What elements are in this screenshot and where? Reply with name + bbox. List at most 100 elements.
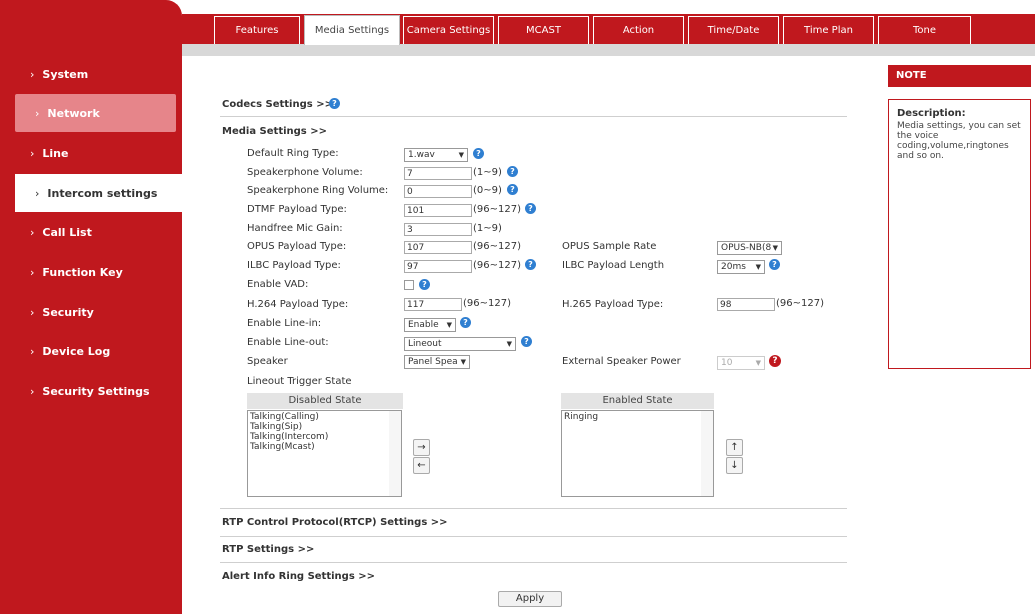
opus-payload-input[interactable] <box>404 241 472 254</box>
help-icon[interactable]: ? <box>507 166 518 177</box>
opus-sample-rate-select[interactable]: OPUS-NB(8 ▼ <box>717 241 782 255</box>
list-item[interactable]: Talking(Calling) <box>250 412 399 422</box>
select-value: 20ms <box>721 262 746 272</box>
section-alert-info-ring-settings[interactable]: Alert Info Ring Settings >> <box>222 571 375 582</box>
section-rtp-settings[interactable]: RTP Settings >> <box>222 544 314 555</box>
speakerphone-ring-volume-range: (0~9) <box>473 185 502 196</box>
move-down-button[interactable]: ↓ <box>726 457 743 474</box>
list-item[interactable]: Talking(Intercom) <box>250 432 399 442</box>
move-right-button[interactable]: → <box>413 439 430 456</box>
tab-time-date[interactable]: Time/Date <box>688 16 779 44</box>
section-rtcp-settings[interactable]: RTP Control Protocol(RTCP) Settings >> <box>222 517 448 528</box>
help-icon[interactable]: ? <box>419 279 430 290</box>
sidebar-item-label: Device Log <box>42 344 111 358</box>
help-icon[interactable]: ? <box>507 184 518 195</box>
tab-bar-underline <box>182 44 1035 56</box>
opus-payload-label: OPUS Payload Type: <box>247 241 347 252</box>
ilbc-payload-length-select[interactable]: 20ms ▼ <box>717 260 765 274</box>
dtmf-payload-input[interactable] <box>404 204 472 217</box>
h264-payload-label: H.264 Payload Type: <box>247 299 349 310</box>
help-icon[interactable]: ? <box>329 98 340 109</box>
enable-line-out-select[interactable]: Lineout ▼ <box>404 337 516 351</box>
speakerphone-volume-label: Speakerphone Volume: <box>247 167 363 178</box>
sidebar-item-network[interactable]: › Network <box>15 94 176 132</box>
handfree-mic-gain-input[interactable] <box>404 223 472 236</box>
help-icon[interactable]: ? <box>521 336 532 347</box>
sidebar-item-label: System <box>42 67 89 81</box>
chevron-right-icon: › <box>30 384 35 398</box>
help-icon[interactable]: ? <box>525 203 536 214</box>
list-item[interactable]: Talking(Sip) <box>250 422 399 432</box>
tab-camera-settings[interactable]: Camera Settings <box>403 16 494 44</box>
sidebar-item-line[interactable]: › Line <box>0 134 176 172</box>
move-left-button[interactable]: ← <box>413 457 430 474</box>
enabled-state-list[interactable]: Ringing <box>561 410 714 497</box>
h264-payload-input[interactable] <box>404 298 462 311</box>
sidebar-item-security[interactable]: › Security <box>0 293 176 331</box>
move-up-button[interactable]: ↑ <box>726 439 743 456</box>
sidebar-item-label: Intercom settings <box>47 186 158 200</box>
enable-line-in-label: Enable Line-in: <box>247 318 322 329</box>
section-media-settings[interactable]: Media Settings >> <box>222 126 327 137</box>
chevron-down-icon: ▼ <box>446 321 452 329</box>
help-icon[interactable]: ? <box>460 317 471 328</box>
chevron-right-icon: › <box>30 265 35 279</box>
speakerphone-volume-input[interactable] <box>404 167 472 180</box>
help-icon[interactable]: ? <box>473 148 484 159</box>
handfree-mic-gain-label: Handfree Mic Gain: <box>247 223 343 234</box>
select-value: Enable <box>408 320 439 330</box>
list-item[interactable]: Ringing <box>564 412 711 422</box>
disabled-state-header: Disabled State <box>247 393 403 409</box>
tab-media-settings[interactable]: Media Settings <box>304 15 400 45</box>
divider <box>220 116 847 117</box>
h265-payload-input[interactable] <box>717 298 775 311</box>
tab-features[interactable]: Features <box>214 16 300 44</box>
external-speaker-power-select[interactable]: 10 ▼ <box>717 356 765 370</box>
sidebar-item-call-list[interactable]: › Call List <box>0 213 176 251</box>
list-item[interactable]: Talking(Mcast) <box>250 442 399 452</box>
enable-line-in-select[interactable]: Enable ▼ <box>404 318 456 332</box>
sidebar-item-device-log[interactable]: › Device Log <box>0 332 176 370</box>
warning-icon[interactable]: ? <box>769 355 781 367</box>
default-ring-type-select[interactable]: 1.wav ▼ <box>404 148 468 162</box>
sidebar-item-security-settings[interactable]: › Security Settings <box>0 372 176 410</box>
divider <box>220 562 847 563</box>
apply-button[interactable]: Apply <box>498 591 562 607</box>
divider <box>220 536 847 537</box>
select-value: 10 <box>721 358 733 368</box>
chevron-down-icon: ▼ <box>506 340 512 348</box>
sidebar-item-label: Function Key <box>42 265 123 279</box>
help-icon[interactable]: ? <box>525 259 536 270</box>
sidebar-item-label: Security Settings <box>42 384 150 398</box>
chevron-down-icon: ▼ <box>755 359 761 367</box>
help-icon[interactable]: ? <box>769 259 780 270</box>
scrollbar[interactable] <box>701 411 713 496</box>
sidebar-item-label: Network <box>47 106 100 120</box>
scrollbar[interactable] <box>389 411 401 496</box>
chevron-right-icon: › <box>30 67 35 81</box>
note-description-title: Description: <box>897 108 966 119</box>
select-value: OPUS-NB(8 <box>721 243 772 253</box>
chevron-right-icon: › <box>30 344 35 358</box>
sidebar-item-intercom-settings[interactable]: › Intercom settings <box>15 174 182 212</box>
sidebar-item-system[interactable]: › System <box>0 55 176 93</box>
section-codecs-settings[interactable]: Codecs Settings >> <box>222 99 333 110</box>
speakerphone-ring-volume-input[interactable] <box>404 185 472 198</box>
chevron-down-icon: ▼ <box>755 263 761 271</box>
enable-vad-label: Enable VAD: <box>247 279 309 290</box>
speaker-select[interactable]: Panel Spea ▼ <box>404 355 470 369</box>
enable-vad-checkbox[interactable] <box>404 280 414 290</box>
disabled-state-list[interactable]: Talking(Calling) Talking(Sip) Talking(In… <box>247 410 402 497</box>
tab-mcast[interactable]: MCAST <box>498 16 589 44</box>
select-value: Panel Spea <box>408 357 458 367</box>
ilbc-payload-input[interactable] <box>404 260 472 273</box>
default-ring-type-label: Default Ring Type: <box>247 148 339 159</box>
enabled-state-header: Enabled State <box>561 393 714 409</box>
tab-action[interactable]: Action <box>593 16 684 44</box>
ilbc-payload-length-label: ILBC Payload Length <box>562 260 665 271</box>
tab-tone[interactable]: Tone <box>878 16 971 44</box>
divider <box>220 508 847 509</box>
sidebar-item-function-key[interactable]: › Function Key <box>0 253 176 291</box>
note-description-text: Media settings, you can set the voice co… <box>897 121 1021 161</box>
tab-time-plan[interactable]: Time Plan <box>783 16 874 44</box>
